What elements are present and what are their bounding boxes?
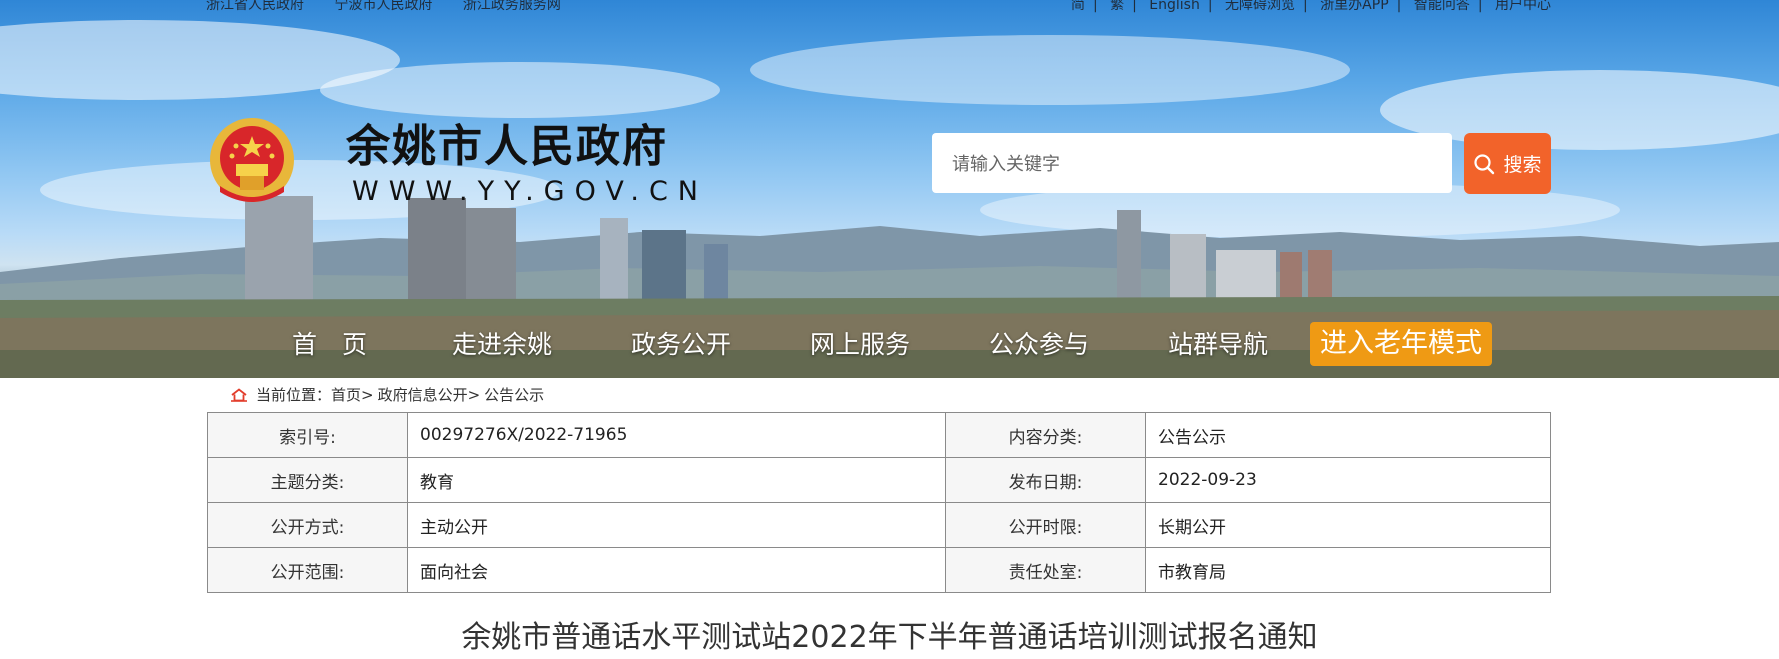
link-zheliban-app[interactable]: 浙里办APP — [1320, 0, 1388, 13]
separator: | — [1132, 0, 1137, 13]
meta-key: 责任处室: — [945, 547, 1146, 593]
nav-public-participation[interactable]: 公众参与 — [989, 322, 1089, 368]
search-input[interactable] — [950, 133, 1438, 195]
meta-value: 长期公开 — [1145, 502, 1551, 548]
separator: | — [1477, 0, 1483, 13]
nav-gov-affairs[interactable]: 政务公开 — [631, 322, 731, 368]
meta-key: 发布日期: — [945, 457, 1146, 503]
national-emblem-icon — [210, 118, 294, 202]
search-button-label: 搜索 — [1503, 154, 1542, 176]
meta-key: 主题分类: — [207, 457, 408, 503]
table-row: 公开范围: 面向社会 责任处室: 市教育局 — [207, 547, 1551, 593]
link-zhejiang-service[interactable]: 浙江政务服务网 — [463, 0, 561, 13]
link-ningbo-gov[interactable]: 宁波市人民政府 — [334, 0, 432, 13]
link-zhejiang-gov[interactable]: 浙江省人民政府 — [206, 0, 304, 13]
meta-value: 教育 — [407, 457, 946, 503]
meta-value: 市教育局 — [1145, 547, 1551, 593]
search-button[interactable]: 搜索 — [1464, 133, 1551, 194]
meta-key: 公开时限: — [945, 502, 1146, 548]
meta-value: 2022-09-23 — [1145, 457, 1551, 503]
meta-key: 公开范围: — [207, 547, 408, 593]
article-title: 余姚市普通话水平测试站2022年下半年普通话培训测试报名通知 — [461, 620, 1318, 655]
meta-value: 00297276X/2022-71965 — [407, 412, 946, 458]
link-english[interactable]: English — [1149, 0, 1200, 13]
breadcrumb-prefix: 当前位置： — [256, 386, 332, 404]
table-row: 主题分类: 教育 发布日期: 2022-09-23 — [207, 457, 1551, 503]
meta-key: 公开方式: — [207, 502, 408, 548]
breadcrumb-notice[interactable]: 公告公示 — [484, 384, 544, 405]
separator: | — [1092, 0, 1098, 13]
link-user-center[interactable]: 用户中心 — [1495, 0, 1551, 13]
home-icon — [231, 387, 247, 402]
search-icon — [1474, 153, 1495, 174]
link-smart-qa[interactable]: 智能问答 — [1414, 0, 1470, 13]
site-title: 余姚市人民政府 — [346, 121, 668, 172]
nav-site-group[interactable]: 站群导航 — [1168, 322, 1268, 368]
link-traditional[interactable]: 繁 — [1110, 0, 1124, 13]
table-row: 公开方式: 主动公开 公开时限: 长期公开 — [207, 502, 1551, 548]
table-row: 索引号: 00297276X/2022-71965 内容分类: 公告公示 — [207, 412, 1551, 458]
breadcrumb: 当前位置： 首页> 政府信息公开> 公告公示 — [230, 384, 544, 405]
nav-home[interactable]: 首 页 — [292, 322, 367, 368]
meta-key: 内容分类: — [945, 412, 1146, 458]
top-left-links: 浙江省人民政府 宁波市人民政府 浙江政务服务网 — [206, 0, 587, 14]
breadcrumb-gov-info[interactable]: 政府信息公开> — [378, 384, 481, 405]
top-right-links: 简 | 繁 | English | 无障碍浏览 | 浙里办APP | 智能问答 | 用户中心 — [1071, 0, 1551, 14]
breadcrumb-home[interactable]: 首页> — [331, 384, 374, 405]
search-box — [932, 133, 1452, 195]
main-nav: 首 页 走进余姚 政务公开 网上服务 公众参与 站群导航 — [0, 322, 1779, 368]
meta-value: 公告公示 — [1145, 412, 1551, 458]
site-url: WWW.YY.GOV.CN — [352, 176, 708, 207]
document-meta-table: 索引号: 00297276X/2022-71965 内容分类: 公告公示 主题分… — [207, 412, 1551, 593]
meta-value: 面向社会 — [407, 547, 946, 593]
link-accessibility[interactable]: 无障碍浏览 — [1225, 0, 1295, 13]
meta-key: 索引号: — [207, 412, 408, 458]
meta-value: 主动公开 — [407, 502, 946, 548]
separator: | — [1396, 0, 1402, 13]
link-simplified[interactable]: 简 — [1071, 0, 1085, 13]
elder-mode-button[interactable]: 进入老年模式 — [1310, 322, 1492, 366]
separator: | — [1303, 0, 1308, 13]
separator: | — [1207, 0, 1213, 13]
nav-about-yuyao[interactable]: 走进余姚 — [452, 322, 552, 368]
nav-online-services[interactable]: 网上服务 — [810, 322, 910, 368]
